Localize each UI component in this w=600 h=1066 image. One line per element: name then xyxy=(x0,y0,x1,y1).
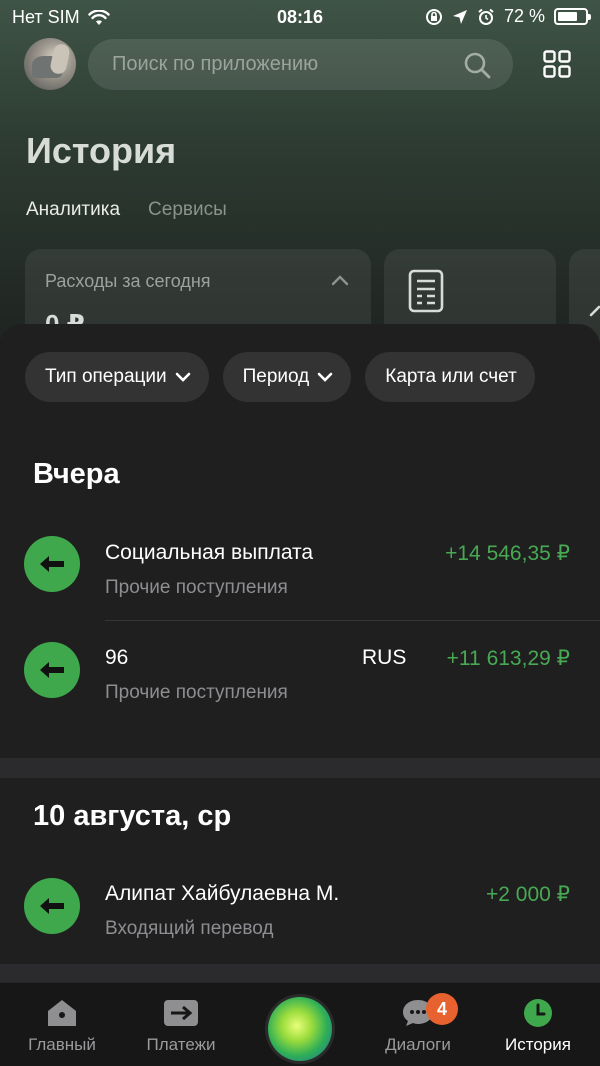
home-icon xyxy=(44,997,80,1029)
section-title-yesterday: Вчера xyxy=(33,458,120,490)
status-right: 72 % xyxy=(425,6,591,27)
section-title-august-10: 10 августа, ср xyxy=(33,800,232,832)
operation-category: Входящий перевод xyxy=(105,918,274,939)
filter-label: Карта или счет xyxy=(385,366,517,387)
incoming-arrow-icon xyxy=(24,536,80,592)
operation-amount: +2 000 ₽ xyxy=(485,883,570,906)
operation-category: Прочие поступления xyxy=(105,682,288,703)
operation-name: Социальная выплата xyxy=(105,541,314,564)
filter-period[interactable]: Период xyxy=(222,352,352,402)
nav-label: Платежи xyxy=(146,1035,216,1054)
document-icon xyxy=(408,269,444,313)
nav-payments[interactable]: Платежи xyxy=(138,997,224,1055)
tab-analytics[interactable]: Аналитика xyxy=(26,199,120,221)
section-separator xyxy=(0,964,600,984)
page-title: История xyxy=(26,130,177,171)
nav-label: Диалоги xyxy=(385,1035,451,1054)
operation-row[interactable]: Алипат Хайбулаевна М. Входящий перевод +… xyxy=(0,860,600,960)
chevron-down-icon xyxy=(317,372,333,382)
operation-name: Алипат Хайбулаевна М. xyxy=(105,882,340,905)
bottom-nav: Главный Платежи Диалоги 4 История xyxy=(0,982,600,1066)
alarm-icon xyxy=(478,8,494,25)
tab-services[interactable]: Сервисы xyxy=(148,199,227,221)
filter-label: Период xyxy=(242,366,310,387)
rotation-lock-icon xyxy=(425,8,442,25)
search-input[interactable]: Поиск по приложению xyxy=(88,39,513,90)
avatar[interactable] xyxy=(24,38,76,90)
transfer-icon xyxy=(163,997,199,1029)
operation-name: 96 xyxy=(105,646,129,669)
search-icon xyxy=(464,52,491,79)
apps-grid-icon[interactable] xyxy=(543,50,571,78)
clock-icon xyxy=(520,997,556,1029)
filter-label: Тип операции xyxy=(45,366,167,387)
chevron-down-icon xyxy=(175,372,190,382)
unread-badge: 4 xyxy=(426,993,458,1025)
filter-operation-type[interactable]: Тип операции xyxy=(25,352,209,402)
operations-sheet: Тип операции Период Карта или счет Вчера… xyxy=(0,324,600,984)
nav-label: История xyxy=(505,1035,571,1054)
battery-percent: 72 % xyxy=(503,6,545,26)
operation-amount: +11 613,29 ₽ xyxy=(446,647,570,670)
operation-row[interactable]: 96 Прочие поступления RUS +11 613,29 ₽ xyxy=(0,624,600,724)
operation-currency-tag: RUS xyxy=(362,646,407,669)
nav-main[interactable]: Главный xyxy=(22,997,102,1055)
divider xyxy=(105,620,600,621)
section-separator xyxy=(0,758,600,778)
nav-label: Главный xyxy=(28,1035,96,1054)
partial-icon xyxy=(589,305,600,317)
incoming-arrow-icon xyxy=(24,878,80,934)
operation-row[interactable]: Социальная выплата Прочие поступления +1… xyxy=(0,519,600,619)
filter-card-or-account[interactable]: Карта или счет xyxy=(365,352,535,402)
chevron-up-icon[interactable] xyxy=(331,274,349,286)
status-bar: Нет SIM 08:16 72 % xyxy=(0,0,600,34)
filter-chips: Тип операции Период Карта или счет xyxy=(25,352,535,402)
nav-history[interactable]: История xyxy=(496,997,580,1055)
operation-category: Прочие поступления xyxy=(105,577,288,598)
location-icon xyxy=(452,9,467,24)
search-placeholder: Поиск по приложению xyxy=(112,53,319,75)
incoming-arrow-icon xyxy=(24,642,80,698)
battery-icon xyxy=(554,8,591,25)
tabs: Аналитика Сервисы xyxy=(26,199,227,221)
expenses-card-label: Расходы за сегодня xyxy=(45,271,211,291)
operation-amount: +14 546,35 ₽ xyxy=(445,542,570,565)
assistant-orb[interactable] xyxy=(268,997,332,1061)
